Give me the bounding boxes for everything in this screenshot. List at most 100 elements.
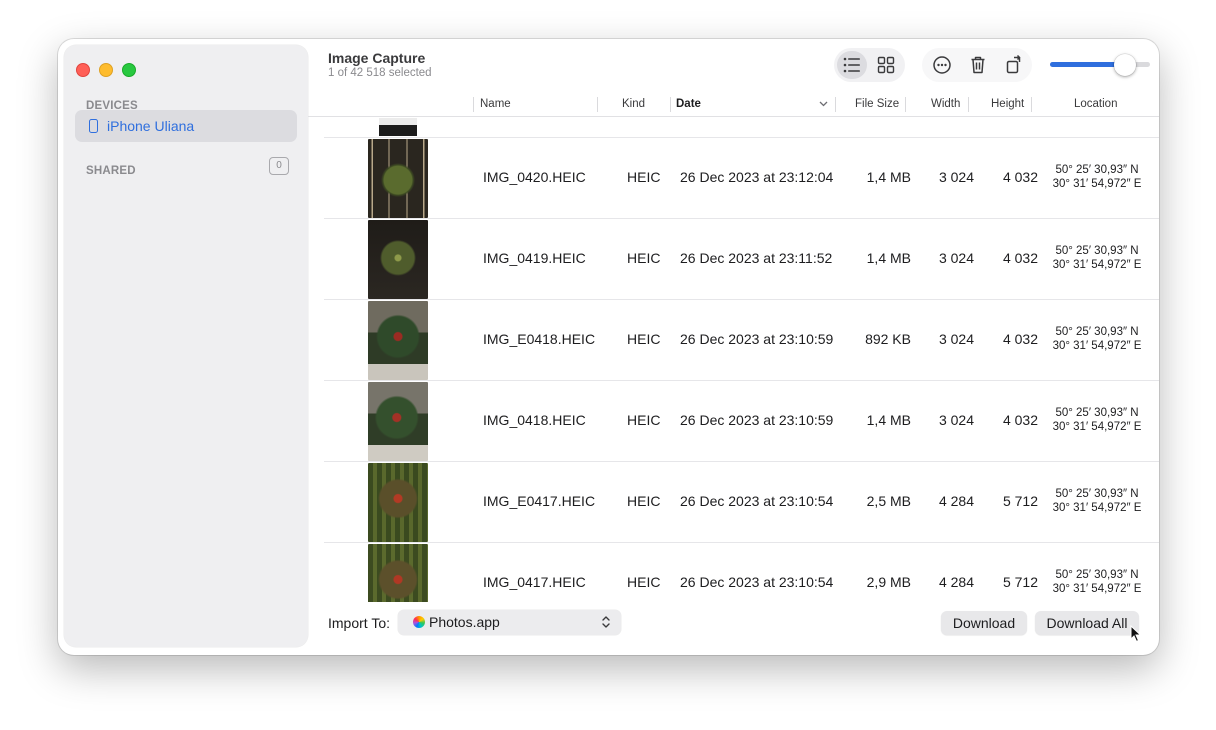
download-all-button[interactable]: Download All bbox=[1035, 611, 1139, 635]
cell-latitude: 50° 25′ 30,93″ N bbox=[1055, 245, 1139, 257]
cell-date: 26 Dec 2023 at 23:11:52 bbox=[680, 250, 833, 266]
cell-date: 26 Dec 2023 at 23:12:04 bbox=[680, 169, 834, 185]
column-header-date[interactable]: Date bbox=[676, 98, 701, 110]
cell-longitude: 30° 31′ 54,972″ E bbox=[1052, 178, 1142, 190]
mouse-cursor-icon bbox=[1130, 625, 1142, 643]
cell-location: 50° 25′ 30,93″ N 30° 31′ 54,972″ E bbox=[1047, 325, 1147, 353]
image-capture-window: DEVICES iPhone Uliana SHARED 0 Image Cap… bbox=[58, 39, 1159, 655]
cell-height: 5 712 bbox=[1002, 574, 1038, 590]
cell-width: 3 024 bbox=[938, 250, 974, 266]
chevron-up-down-icon bbox=[602, 616, 610, 628]
cell-date: 26 Dec 2023 at 23:10:59 bbox=[680, 412, 834, 428]
sidebar: DEVICES iPhone Uliana SHARED 0 bbox=[64, 45, 308, 647]
cell-file-size: 2,9 MB bbox=[866, 574, 911, 590]
cell-longitude: 30° 31′ 54,972″ E bbox=[1052, 259, 1142, 271]
cell-latitude: 50° 25′ 30,93″ N bbox=[1055, 164, 1139, 176]
photo-thumbnail bbox=[379, 118, 417, 136]
delete-button[interactable] bbox=[963, 51, 993, 79]
column-header-kind[interactable]: Kind bbox=[622, 98, 645, 110]
cell-name: IMG_0420.HEIC bbox=[483, 169, 586, 185]
cell-width: 3 024 bbox=[938, 412, 974, 428]
cell-file-size: 892 KB bbox=[865, 331, 911, 347]
photo-list: IMG_0420.HEIC HEIC 26 Dec 2023 at 23:12:… bbox=[308, 118, 1159, 602]
photo-thumbnail[interactable] bbox=[368, 544, 428, 602]
column-header-width[interactable]: Width bbox=[931, 98, 960, 110]
trash-icon bbox=[971, 56, 985, 74]
table-row[interactable]: IMG_0418.HEIC HEIC 26 Dec 2023 at 23:10:… bbox=[324, 380, 1159, 461]
thumbnail-size-slider[interactable] bbox=[1050, 54, 1150, 76]
cell-width: 4 284 bbox=[938, 574, 974, 590]
cell-location: 50° 25′ 30,93″ N 30° 31′ 54,972″ E bbox=[1047, 163, 1147, 191]
table-header: Name Kind Date File Size Width Height Lo… bbox=[308, 92, 1159, 117]
cell-height: 5 712 bbox=[1002, 493, 1038, 509]
more-options-button[interactable] bbox=[927, 51, 957, 79]
cell-width: 3 024 bbox=[938, 331, 974, 347]
import-to-label: Import To: bbox=[328, 615, 390, 631]
cell-name: IMG_E0418.HEIC bbox=[483, 331, 596, 347]
table-row[interactable]: IMG_0417.HEIC HEIC 26 Dec 2023 at 23:10:… bbox=[324, 542, 1159, 602]
cell-height: 4 032 bbox=[1002, 412, 1038, 428]
import-destination-select[interactable]: Photos.app bbox=[398, 610, 621, 635]
cell-name: IMG_0419.HEIC bbox=[483, 250, 586, 266]
cell-kind: HEIC bbox=[627, 250, 661, 266]
column-header-height[interactable]: Height bbox=[991, 98, 1024, 110]
cell-location: 50° 25′ 30,93″ N 30° 31′ 54,972″ E bbox=[1047, 568, 1147, 596]
column-separator bbox=[968, 97, 969, 112]
column-separator bbox=[597, 97, 598, 112]
minimize-window-button[interactable] bbox=[99, 63, 113, 77]
table-row[interactable]: IMG_0419.HEIC HEIC 26 Dec 2023 at 23:11:… bbox=[324, 218, 1159, 299]
photos-app-icon bbox=[413, 616, 425, 628]
action-buttons bbox=[922, 48, 1032, 82]
cell-file-size: 1,4 MB bbox=[866, 250, 911, 266]
cell-height: 4 032 bbox=[1002, 169, 1038, 185]
table-row[interactable]: IMG_0420.HEIC HEIC 26 Dec 2023 at 23:12:… bbox=[324, 137, 1159, 218]
column-separator bbox=[670, 97, 671, 112]
list-view-button[interactable] bbox=[837, 51, 867, 79]
column-separator bbox=[835, 97, 836, 112]
grid-view-button[interactable] bbox=[871, 51, 901, 79]
cell-date: 26 Dec 2023 at 23:10:54 bbox=[680, 574, 834, 590]
grid-view-icon bbox=[877, 56, 895, 74]
cell-longitude: 30° 31′ 54,972″ E bbox=[1052, 583, 1142, 595]
cell-date: 26 Dec 2023 at 23:10:59 bbox=[680, 331, 834, 347]
cell-name: IMG_E0417.HEIC bbox=[483, 493, 596, 509]
column-separator bbox=[473, 97, 474, 112]
cell-location: 50° 25′ 30,93″ N 30° 31′ 54,972″ E bbox=[1047, 487, 1147, 515]
table-row[interactable]: IMG_E0417.HEIC HEIC 26 Dec 2023 at 23:10… bbox=[324, 461, 1159, 542]
cell-kind: HEIC bbox=[627, 574, 661, 590]
slider-knob[interactable] bbox=[1114, 54, 1136, 76]
close-window-button[interactable] bbox=[76, 63, 90, 77]
cell-date: 26 Dec 2023 at 23:10:54 bbox=[680, 493, 834, 509]
column-header-name[interactable]: Name bbox=[480, 98, 511, 110]
download-button[interactable]: Download bbox=[941, 611, 1027, 635]
cell-kind: HEIC bbox=[627, 331, 661, 347]
photo-thumbnail[interactable] bbox=[368, 301, 428, 380]
cell-name: IMG_0418.HEIC bbox=[483, 412, 586, 428]
cell-file-size: 1,4 MB bbox=[866, 412, 911, 428]
cell-latitude: 50° 25′ 30,93″ N bbox=[1055, 326, 1139, 338]
device-label: iPhone Uliana bbox=[107, 118, 195, 134]
cell-width: 4 284 bbox=[938, 493, 974, 509]
cell-longitude: 30° 31′ 54,972″ E bbox=[1052, 421, 1142, 433]
cell-location: 50° 25′ 30,93″ N 30° 31′ 54,972″ E bbox=[1047, 406, 1147, 434]
table-row[interactable]: IMG_E0418.HEIC HEIC 26 Dec 2023 at 23:10… bbox=[324, 299, 1159, 380]
cell-kind: HEIC bbox=[627, 493, 661, 509]
photo-thumbnail[interactable] bbox=[368, 220, 428, 299]
list-view-icon bbox=[843, 57, 860, 73]
column-header-file-size[interactable]: File Size bbox=[855, 98, 899, 110]
column-header-location[interactable]: Location bbox=[1074, 98, 1117, 110]
column-separator bbox=[905, 97, 906, 112]
sort-descending-icon bbox=[819, 101, 828, 107]
zoom-window-button[interactable] bbox=[122, 63, 136, 77]
cell-longitude: 30° 31′ 54,972″ E bbox=[1052, 502, 1142, 514]
cell-height: 4 032 bbox=[1002, 331, 1038, 347]
cell-file-size: 1,4 MB bbox=[866, 169, 911, 185]
cell-latitude: 50° 25′ 30,93″ N bbox=[1055, 488, 1139, 500]
photo-thumbnail[interactable] bbox=[368, 139, 428, 218]
cell-file-size: 2,5 MB bbox=[866, 493, 911, 509]
photo-thumbnail[interactable] bbox=[368, 463, 428, 542]
rotate-button[interactable] bbox=[999, 51, 1029, 79]
cell-name: IMG_0417.HEIC bbox=[483, 574, 586, 590]
photo-thumbnail[interactable] bbox=[368, 382, 428, 461]
sidebar-item-iphone-uliana[interactable]: iPhone Uliana bbox=[75, 110, 297, 142]
